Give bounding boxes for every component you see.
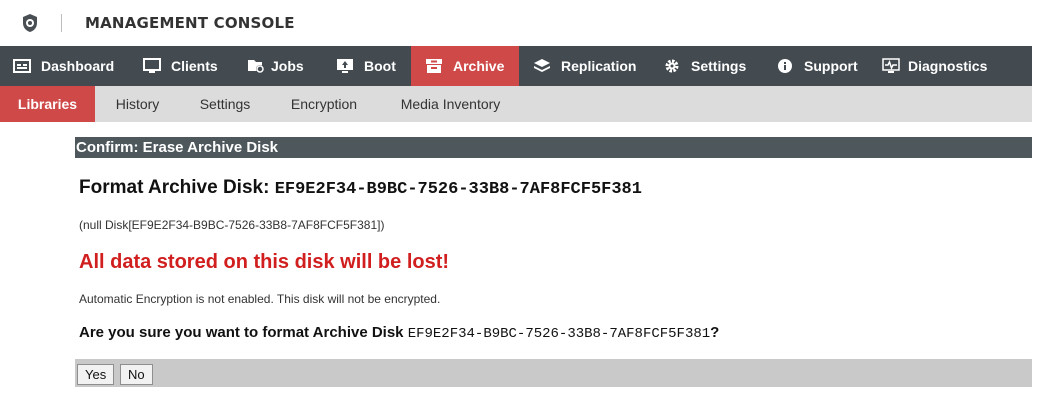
subnav-settings[interactable]: Settings — [180, 86, 270, 122]
nav-replication-label: Replication — [561, 58, 637, 74]
nav-clients[interactable]: Clients — [128, 46, 231, 86]
action-bar: Yes No — [75, 359, 1032, 387]
nav-jobs[interactable]: Jobs — [231, 46, 318, 86]
nav-dashboard[interactable]: Dashboard — [0, 46, 128, 86]
subnav-media-inventory[interactable]: Media Inventory — [378, 86, 523, 122]
confirm-question-suffix: ? — [710, 324, 720, 341]
nav-jobs-label: Jobs — [271, 58, 304, 74]
monitor-icon — [143, 58, 161, 74]
info-icon — [776, 58, 794, 74]
jobs-icon — [247, 58, 265, 74]
format-label: Format Archive Disk: — [79, 177, 270, 198]
dashboard-icon — [13, 58, 31, 74]
nav-boot-label: Boot — [364, 58, 396, 74]
yes-button[interactable]: Yes — [77, 364, 115, 385]
no-button[interactable]: No — [120, 364, 153, 385]
logo-icon[interactable] — [20, 13, 40, 33]
nav-diagnostics-label: Diagnostics — [908, 58, 988, 74]
nav-diagnostics[interactable]: Diagnostics — [871, 46, 1032, 86]
subnav-libraries[interactable]: Libraries — [0, 86, 95, 122]
nav-dashboard-label: Dashboard — [41, 58, 115, 74]
app-header: MANAGEMENT CONSOLE — [0, 0, 1044, 46]
nav-boot[interactable]: Boot — [318, 46, 411, 86]
confirm-disk-id: EF9E2F34-B9BC-7526-33B8-7AF8FCF5F381 — [407, 326, 711, 342]
layers-icon — [533, 58, 551, 74]
nav-archive-label: Archive — [453, 58, 505, 74]
nav-settings[interactable]: Settings — [649, 46, 761, 86]
disk-id: EF9E2F34-B9BC-7526-33B8-7AF8FCF5F381 — [274, 180, 642, 199]
gear-icon — [663, 58, 681, 74]
nav-settings-label: Settings — [691, 58, 747, 74]
nav-clients-label: Clients — [171, 58, 218, 74]
data-loss-warning: All data stored on this disk will be los… — [79, 251, 450, 273]
encryption-note: Automatic Encryption is not enabled. Thi… — [79, 292, 441, 306]
null-disk-text: (null Disk[EF9E2F34-B9BC-7526-33B8-7AF8F… — [79, 218, 385, 232]
app-title: MANAGEMENT CONSOLE — [85, 14, 295, 32]
diagnostics-icon — [882, 58, 900, 74]
nav-support[interactable]: Support — [761, 46, 871, 86]
boot-icon — [336, 58, 354, 74]
main-nav: Dashboard Clients Jobs Boot Archive Repl… — [0, 46, 1032, 86]
header-divider — [61, 14, 62, 32]
panel-title: Confirm: Erase Archive Disk — [75, 137, 1032, 158]
subnav-history[interactable]: History — [95, 86, 180, 122]
sub-nav: Libraries History Settings Encryption Me… — [0, 86, 1032, 122]
nav-support-label: Support — [804, 58, 858, 74]
confirm-question-prefix: Are you sure you want to format Archive … — [79, 324, 404, 341]
format-heading: Format Archive Disk: EF9E2F34-B9BC-7526-… — [79, 177, 642, 199]
subnav-encryption[interactable]: Encryption — [270, 86, 378, 122]
confirm-question: Are you sure you want to format Archive … — [79, 324, 719, 342]
nav-replication[interactable]: Replication — [519, 46, 649, 86]
archive-icon — [425, 58, 443, 74]
nav-archive[interactable]: Archive — [411, 46, 519, 86]
